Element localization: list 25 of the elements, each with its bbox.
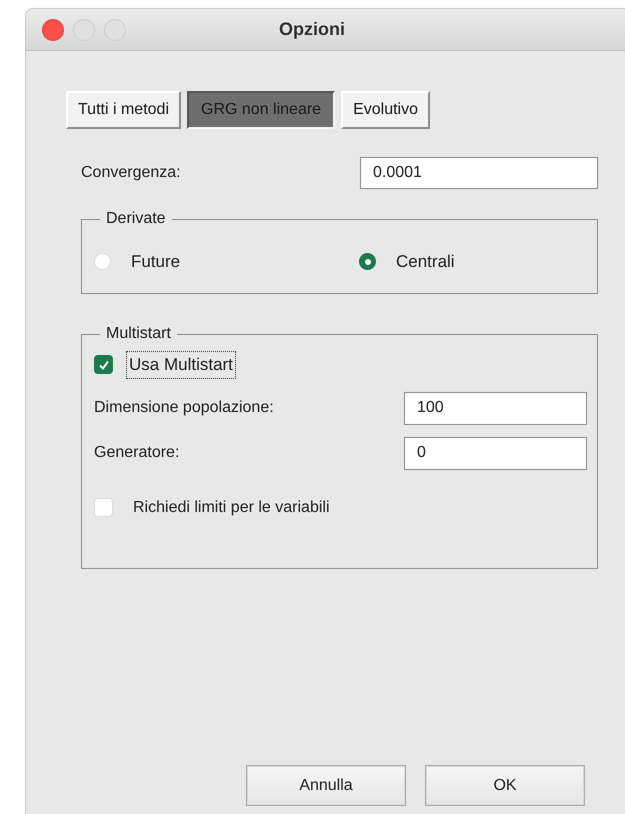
input-field[interactable]: 0	[404, 436, 587, 470]
dialog-button[interactable]: OK	[425, 765, 585, 806]
tab[interactable]: Evolutivo	[341, 91, 430, 129]
group-title: Derivate	[105, 209, 167, 229]
radio-label[interactable]: Future	[131, 249, 180, 274]
window-title: Opzioni	[279, 18, 345, 41]
check-icon	[98, 358, 110, 371]
checkbox-label[interactable]: Richiedi limiti per le variabili	[133, 496, 330, 520]
checkbox-label[interactable]: Usa Multistart	[127, 352, 235, 378]
minimize-button[interactable]	[73, 18, 95, 40]
checkbox[interactable]	[94, 498, 113, 517]
input-field[interactable]: 0.0001	[360, 157, 598, 189]
radio-label[interactable]: Centrali	[396, 249, 455, 274]
dialog-button[interactable]: Annulla	[246, 765, 406, 806]
group-title: Multistart	[105, 324, 172, 344]
zoom-button[interactable]	[104, 18, 126, 40]
close-button[interactable]	[42, 18, 64, 40]
field-label: Generatore:	[94, 443, 180, 463]
input-field[interactable]: 100	[404, 392, 587, 424]
field-label: Dimensione popolazione:	[94, 398, 274, 418]
field-label: Convergenza:	[81, 163, 181, 183]
radio-button[interactable]	[359, 253, 376, 270]
tab[interactable]: Tutti i metodi	[66, 91, 181, 129]
checkbox[interactable]	[94, 355, 113, 374]
radio-button[interactable]	[94, 253, 111, 270]
